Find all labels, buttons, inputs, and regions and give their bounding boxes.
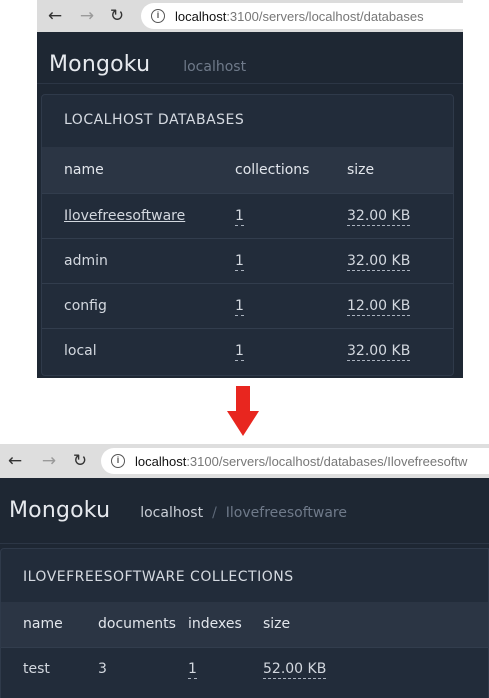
screenshot-collections: ← → ↻ i localhost:3100/servers/localhost… — [0, 444, 489, 698]
column-header-name: name — [1, 602, 98, 647]
column-header-size: size — [347, 147, 453, 193]
collections-table: name documents indexes size test 3 1 52.… — [1, 602, 488, 691]
url-path: :3100/servers/localhost/databases/Ilovef… — [186, 453, 468, 469]
collections-count[interactable]: 1 — [235, 252, 244, 271]
forward-arrow-icon[interactable]: → — [75, 4, 99, 28]
app-header: Mongoku localhost — [37, 32, 463, 84]
address-bar[interactable]: i localhost:3100/servers/localhost/datab… — [101, 448, 489, 474]
breadcrumb-separator: / — [212, 505, 217, 521]
table-header-row: name collections size — [42, 147, 453, 193]
breadcrumb-database: Ilovefreesoftware — [225, 505, 347, 521]
reload-icon[interactable]: ↻ — [68, 449, 92, 473]
breadcrumb-server[interactable]: localhost — [140, 505, 203, 521]
collections-count[interactable]: 1 — [235, 297, 244, 316]
table-row: test 3 1 52.00 KB — [1, 646, 488, 691]
info-icon[interactable]: i — [151, 9, 165, 23]
collections-panel: ILOVEFREESOFTWARE COLLECTIONS name docum… — [0, 548, 489, 698]
database-size[interactable]: 32.00 KB — [347, 207, 411, 226]
collections-count[interactable]: 1 — [235, 342, 244, 361]
database-name-link[interactable]: local — [64, 343, 97, 359]
address-bar[interactable]: i localhost:3100/servers/localhost/datab… — [141, 3, 463, 29]
collection-name-link[interactable]: test — [23, 661, 50, 677]
info-icon[interactable]: i — [111, 454, 125, 468]
back-arrow-icon[interactable]: ← — [3, 449, 27, 473]
indexes-count[interactable]: 1 — [188, 661, 197, 680]
back-arrow-icon[interactable]: ← — [43, 4, 67, 28]
breadcrumb-server[interactable]: localhost — [183, 59, 246, 75]
column-header-collections: collections — [235, 147, 347, 193]
table-header-row: name documents indexes size — [1, 602, 488, 647]
table-row: local 1 32.00 KB — [42, 327, 453, 373]
browser-toolbar: ← → ↻ i localhost:3100/servers/localhost… — [0, 444, 489, 478]
database-size[interactable]: 32.00 KB — [347, 342, 411, 361]
app-logo-text[interactable]: Mongoku — [49, 52, 150, 77]
database-name-link[interactable]: config — [64, 298, 107, 314]
down-arrow-icon — [227, 386, 259, 436]
databases-panel: LOCALHOST DATABASES name collections siz… — [41, 94, 454, 376]
forward-arrow-icon[interactable]: → — [37, 449, 61, 473]
table-row: admin 1 32.00 KB — [42, 237, 453, 283]
panel-title: ILOVEFREESOFTWARE COLLECTIONS — [23, 569, 294, 585]
column-header-size: size — [263, 602, 488, 647]
table-row: config 1 12.00 KB — [42, 282, 453, 328]
column-header-documents: documents — [98, 602, 188, 647]
column-header-name: name — [42, 147, 235, 193]
app-logo-text[interactable]: Mongoku — [9, 498, 110, 523]
panel-title: LOCALHOST DATABASES — [64, 112, 245, 128]
browser-toolbar: ← → ↻ i localhost:3100/servers/localhost… — [37, 0, 463, 32]
url-host: localhost — [175, 8, 227, 24]
collection-size[interactable]: 52.00 KB — [263, 661, 327, 680]
database-size[interactable]: 12.00 KB — [347, 297, 411, 316]
url-host: localhost — [135, 453, 187, 469]
url-path: :3100/servers/localhost/databases — [226, 8, 424, 24]
app-header: Mongoku localhost / Ilovefreesoftware — [0, 478, 489, 544]
table-row: Ilovefreesoftware 1 32.00 KB — [42, 192, 453, 238]
column-header-indexes: indexes — [188, 602, 263, 647]
reload-icon[interactable]: ↻ — [105, 4, 129, 28]
collections-count[interactable]: 1 — [235, 207, 244, 226]
database-name-link[interactable]: admin — [64, 253, 108, 269]
screenshot-databases: ← → ↻ i localhost:3100/servers/localhost… — [37, 0, 463, 378]
documents-count: 3 — [98, 661, 107, 678]
database-size[interactable]: 32.00 KB — [347, 252, 411, 271]
databases-table: name collections size Ilovefreesoftware … — [42, 147, 453, 373]
database-name-link[interactable]: Ilovefreesoftware — [64, 208, 185, 224]
